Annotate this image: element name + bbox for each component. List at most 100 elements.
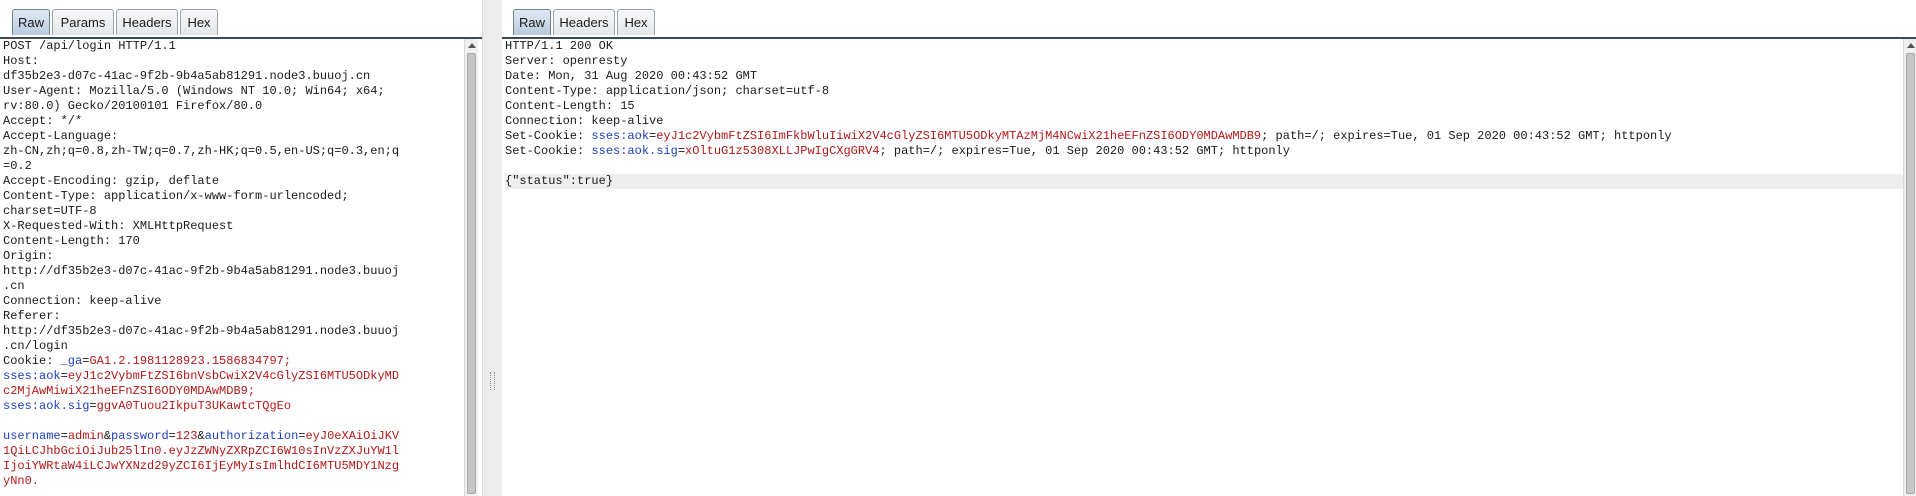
param-value: IjoiYWRtaW4iLCJwYXNzd29yZCI6IjEyMyIsImlh… <box>3 459 400 473</box>
scroll-thumb[interactable] <box>1906 53 1915 494</box>
param-value: admin <box>67 429 104 443</box>
splitter-grip-icon[interactable] <box>490 372 495 390</box>
text-segment: Content-Type: application/x-www-form-url… <box>3 189 349 203</box>
request-tab-headers[interactable]: Headers <box>116 9 178 35</box>
text-segment: charset=UTF-8 <box>3 204 97 218</box>
editor-line: =0.2 <box>3 159 465 174</box>
request-editor[interactable]: POST /api/login HTTP/1.1 Host: df35b2e3-d0… <box>3 39 465 496</box>
param-name: sses:aok <box>591 129 650 143</box>
param-value: 123 <box>175 429 198 443</box>
text-segment: HTTP/1.1 200 OK <box>505 39 614 53</box>
response-tab-headers[interactable]: Headers <box>553 9 615 35</box>
response-scrollbar[interactable] <box>1903 39 1916 496</box>
text-segment: Host: <box>3 54 40 68</box>
text-segment: = <box>60 369 68 383</box>
text-segment: Connection: keep-alive <box>505 114 664 128</box>
editor-line: Accept-Language: <box>3 129 465 144</box>
response-tab-hex[interactable]: Hex <box>617 9 655 35</box>
text-segment: & <box>103 429 112 443</box>
editor-line: username=admin&password=123&authorizatio… <box>3 429 465 444</box>
text-segment: {"status":true} <box>505 174 614 188</box>
param-name: authorization <box>204 429 299 443</box>
editor-line: Referer: <box>3 309 465 324</box>
request-tab-raw[interactable]: Raw <box>12 9 50 35</box>
pane-splitter[interactable] <box>482 0 504 496</box>
editor-line: Host: <box>3 54 465 69</box>
param-name: sses:aok <box>3 369 61 383</box>
text-segment: X-Requested-With: XMLHttpRequest <box>3 219 234 233</box>
request-scrollbar[interactable] <box>464 39 478 496</box>
editor-line: Accept: */* <box>3 114 465 129</box>
text-segment: Referer: <box>3 309 61 323</box>
text-segment: = <box>168 429 176 443</box>
param-value: xOltuG1z5308XLLJPwIgCXgGRV4 <box>685 144 880 158</box>
param-name: username <box>3 429 61 443</box>
param-name: sses:aok.sig <box>591 144 678 158</box>
response-pane: Raw Headers Hex HTTP/1.1 200 OK Server: o… <box>502 0 1916 496</box>
param-value: eyJ1c2VybmFtZSI6bnVsbCwiX2V4cGlyZSI6MTU5… <box>67 369 400 383</box>
editor-line: Content-Type: application/json; charset=… <box>505 84 1903 99</box>
editor-line: {"status":true} <box>505 174 1903 189</box>
editor-line: sses:aok.sig=ggvA0Tuou2IkpuT3UKawtcTQgEo <box>3 399 465 414</box>
editor-line: 1QiLCJhbGciOiJub25lIn0.eyJzZWNyZXRpZCI6W… <box>3 444 465 459</box>
text-segment: .cn/login <box>3 339 68 353</box>
editor-line: rv:80.0) Gecko/20100101 Firefox/80.0 <box>3 99 465 114</box>
editor-line: charset=UTF-8 <box>3 204 465 219</box>
param-value: 1QiLCJhbGciOiJub25lIn0.eyJzZWNyZXRpZCI6W… <box>3 444 400 458</box>
text-segment: User-Agent: Mozilla/5.0 (Windows NT 10.0… <box>3 84 385 98</box>
text-segment: Accept-Language: <box>3 129 119 143</box>
editor-line: HTTP/1.1 200 OK <box>505 39 1903 54</box>
scroll-up-arrow-icon[interactable] <box>1907 43 1915 48</box>
text-segment: Origin: <box>3 249 54 263</box>
editor-line: IjoiYWRtaW4iLCJwYXNzd29yZCI6IjEyMyIsImlh… <box>3 459 465 474</box>
editor-line: Content-Length: 15 <box>505 99 1903 114</box>
editor-line: Set-Cookie: sses:aok.sig=xOltuG1z5308XLL… <box>505 144 1903 159</box>
text-segment: Content-Length: 15 <box>505 99 635 113</box>
text-segment: zh-CN,zh;q=0.8,zh-TW;q=0.7,zh-HK;q=0.5,e… <box>3 144 400 158</box>
param-name: sses:aok.sig <box>3 399 90 413</box>
editor-line: POST /api/login HTTP/1.1 <box>3 39 465 54</box>
request-tab-hex[interactable]: Hex <box>180 9 218 35</box>
param-value: c2MjAwMiwiX21heEFnZSI6ODY0MDAwMDB9; <box>3 384 256 398</box>
scroll-up-arrow-icon[interactable] <box>468 43 476 48</box>
response-editor[interactable]: HTTP/1.1 200 OK Server: openresty Date: Mo… <box>505 39 1903 496</box>
text-segment: Content-Length: 170 <box>3 234 140 248</box>
text-segment: & <box>197 429 205 443</box>
text-segment: = <box>60 429 68 443</box>
param-value: eyJ1c2VybmFtZSI6ImFkbWluIiwiX2V4cGlyZSI6… <box>656 129 1262 143</box>
text-segment: ; path=/; expires=Tue, 01 Sep 2020 00:43… <box>879 144 1290 158</box>
editor-line: Accept-Encoding: gzip, deflate <box>3 174 465 189</box>
editor-line: Set-Cookie: sses:aok=eyJ1c2VybmFtZSI6ImF… <box>505 129 1903 144</box>
request-tab-params[interactable]: Params <box>52 9 114 35</box>
param-value: eyJ0eXAiOiJKV <box>305 429 400 443</box>
editor-line: c2MjAwMiwiX21heEFnZSI6ODY0MDAwMDB9; <box>3 384 465 399</box>
request-pane: Raw Params Headers Hex POST /api/login H… <box>0 0 482 496</box>
param-value: yNn0. <box>3 474 40 488</box>
text-segment: Content-Type: application/json; charset=… <box>505 84 830 98</box>
text-segment: =0.2 <box>3 159 32 173</box>
response-tab-raw[interactable]: Raw <box>513 9 551 35</box>
text-segment: = <box>89 399 97 413</box>
editor-line: http://df35b2e3-d07c-41ac-9f2b-9b4a5ab81… <box>3 264 465 279</box>
text-segment: http://df35b2e3-d07c-41ac-9f2b-9b4a5ab81… <box>3 324 400 338</box>
scroll-thumb[interactable] <box>467 53 476 494</box>
param-value: GA1.2.1981128923.1586834797; <box>89 354 292 368</box>
editor-line: df35b2e3-d07c-41ac-9f2b-9b4a5ab81291.nod… <box>3 69 465 84</box>
editor-line: User-Agent: Mozilla/5.0 (Windows NT 10.0… <box>3 84 465 99</box>
param-value: ggvA0Tuou2IkpuT3UKawtcTQgEo <box>96 399 292 413</box>
response-tab-bar: Raw Headers Hex <box>502 0 1916 39</box>
text-segment: = <box>677 144 686 158</box>
editor-line: Date: Mon, 31 Aug 2020 00:43:52 GMT <box>505 69 1903 84</box>
param-name: password <box>111 429 169 443</box>
text-segment: Set-Cookie: <box>505 144 592 158</box>
text-segment: Cookie: <box>3 354 61 368</box>
request-tab-bar: Raw Params Headers Hex <box>0 0 482 39</box>
editor-line: http://df35b2e3-d07c-41ac-9f2b-9b4a5ab81… <box>3 324 465 339</box>
editor-line: Server: openresty <box>505 54 1903 69</box>
text-segment: df35b2e3-d07c-41ac-9f2b-9b4a5ab81291.nod… <box>3 69 371 83</box>
editor-line: Content-Type: application/x-www-form-url… <box>3 189 465 204</box>
editor-line: yNn0. <box>3 474 465 489</box>
text-segment: Date: Mon, 31 Aug 2020 00:43:52 GMT <box>505 69 758 83</box>
